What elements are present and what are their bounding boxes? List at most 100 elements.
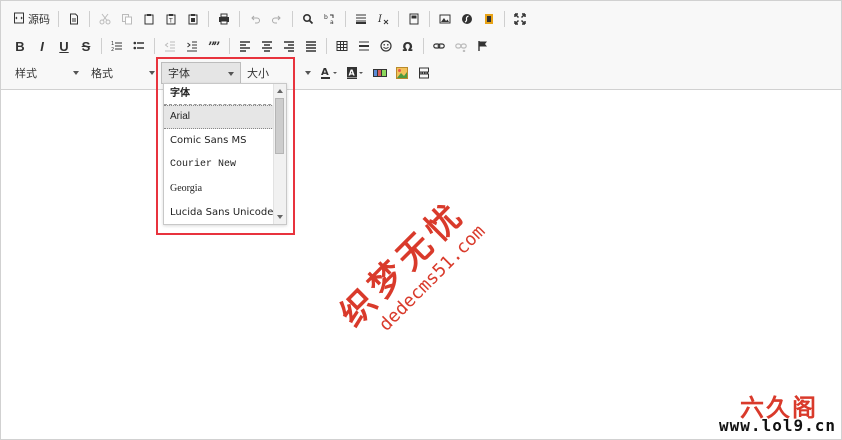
style-combo[interactable]: 样式 [9,62,85,84]
toolbar-separator [58,11,59,27]
unlink-button[interactable] [450,35,472,57]
scissors-icon [99,13,111,25]
style-combo-label: 样式 [15,67,37,80]
flag-icon [478,41,487,51]
underline-icon: U [59,38,69,54]
find-button[interactable] [297,8,319,30]
chevron-down-icon [149,71,155,75]
outdent-icon [164,41,175,52]
toolbar-separator [398,11,399,27]
code-snippet-button[interactable] [369,62,391,84]
toolbar-separator [429,11,430,27]
new-page-icon [70,13,78,25]
numbered-list-button[interactable]: 12 [106,35,128,57]
templates-icon [409,13,419,25]
outdent-button[interactable] [159,35,181,57]
copy-icon [122,14,132,25]
justify-button[interactable] [300,35,322,57]
print-button[interactable] [213,8,235,30]
italic-icon: I [40,38,44,54]
media-button[interactable] [478,8,500,30]
align-left-button[interactable] [234,35,256,57]
smiley-icon [380,40,392,52]
smiley-button[interactable] [375,35,397,57]
blockquote-button[interactable]: ”” [203,35,225,57]
bold-button[interactable]: B [9,35,31,57]
font-dropdown-title: 字体 [164,84,286,105]
align-left-icon [240,41,250,52]
bulleted-list-button[interactable] [128,35,150,57]
size-combo[interactable]: 大小 [241,62,317,84]
image-upload-icon [396,67,408,79]
remove-format-button[interactable]: I [372,8,394,30]
clipboard-icon [144,14,154,25]
svg-text:A: A [321,67,329,78]
unlink-icon [455,43,467,52]
strikethrough-icon: S [81,38,91,54]
paste-word-icon [188,14,198,25]
align-center-icon [262,41,272,52]
undo-icon [251,15,260,24]
redo-icon [272,15,281,24]
image-button[interactable] [434,8,456,30]
scroll-up-icon[interactable] [277,89,283,93]
size-combo-label: 大小 [247,67,269,80]
paste-button[interactable] [138,8,160,30]
align-center-button[interactable] [256,35,278,57]
new-page-button[interactable] [63,8,85,30]
anchor-button[interactable] [472,35,494,57]
scroll-down-icon[interactable] [277,215,283,219]
font-combo-label: 字体 [168,67,190,80]
strikethrough-button[interactable]: S [75,35,97,57]
copy-button[interactable] [116,8,138,30]
maximize-icon [514,13,526,25]
table-button[interactable] [331,35,353,57]
page-break-button[interactable] [413,62,435,84]
toolbar-separator [423,38,424,54]
font-combo[interactable]: 字体 [161,62,241,84]
scrollbar-thumb[interactable] [275,98,284,154]
paste-word-button[interactable] [182,8,204,30]
underline-button[interactable]: U [53,35,75,57]
source-button[interactable]: 源码 [9,8,54,30]
replace-button[interactable]: ba [319,8,341,30]
maximize-button[interactable] [509,8,531,30]
flash-button[interactable] [456,8,478,30]
chevron-down-icon [228,72,234,76]
select-all-button[interactable] [350,8,372,30]
toolbar-row-3: 样式 格式 字体 大小 A A [9,62,435,84]
redo-button[interactable] [266,8,288,30]
font-option-arial[interactable]: Arial [164,105,286,129]
bulleted-list-icon [133,41,144,50]
link-button[interactable] [428,35,450,57]
justify-icon [306,41,316,52]
font-dropdown-scrollbar[interactable] [273,84,286,224]
cut-button[interactable] [94,8,116,30]
font-option-courier-new[interactable]: Courier New [164,153,286,177]
toolbar-separator [101,38,102,54]
toolbar-separator [345,11,346,27]
text-color-button[interactable]: A [317,62,343,84]
media-icon [485,14,493,24]
link-icon [433,43,445,49]
source-icon [13,12,25,27]
paste-text-button[interactable]: T [160,8,182,30]
font-option-lucida-sans-unicode[interactable]: Lucida Sans Unicode [164,201,286,224]
source-label: 源码 [28,13,50,26]
search-icon [302,13,314,25]
horizontal-line-button[interactable] [353,35,375,57]
indent-button[interactable] [181,35,203,57]
background-color-button[interactable]: A [343,62,369,84]
numbered-list-icon: 12 [111,41,122,52]
special-char-button[interactable]: Ω [397,35,419,57]
italic-button[interactable]: I [31,35,53,57]
undo-button[interactable] [244,8,266,30]
font-option-georgia[interactable]: Georgia [164,177,286,201]
align-right-button[interactable] [278,35,300,57]
font-option-comic-sans[interactable]: Comic Sans MS [164,129,286,153]
templates-button[interactable] [403,8,425,30]
quote-icon: ”” [208,40,220,52]
format-combo[interactable]: 格式 [85,62,161,84]
toolbar-row-2: B I U S 12 ”” Ω [9,35,494,57]
image-upload-button[interactable] [391,62,413,84]
